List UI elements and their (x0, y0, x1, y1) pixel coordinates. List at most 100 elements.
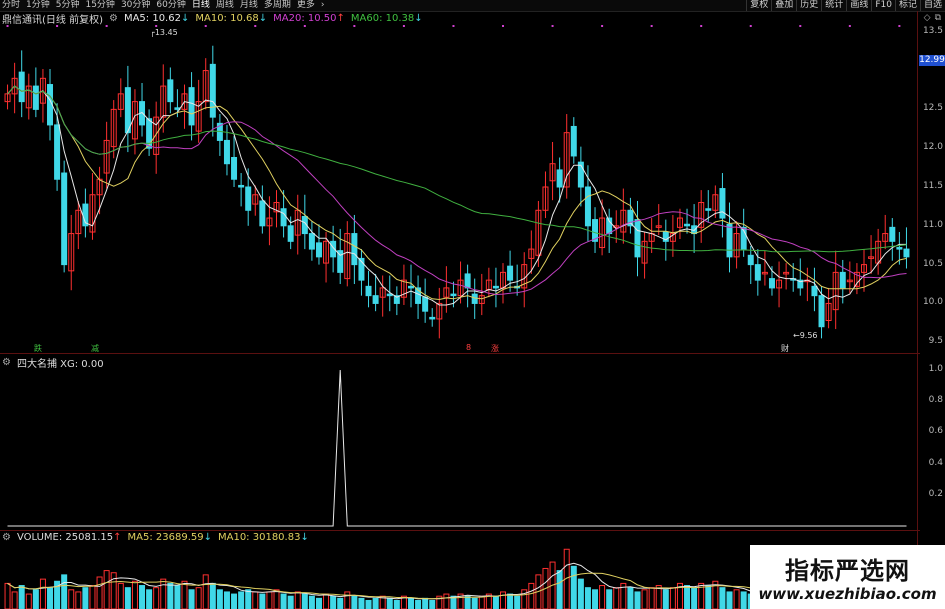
candle-body (464, 273, 471, 289)
candle-body (429, 316, 436, 320)
volume-bar (344, 591, 351, 609)
indicator-axis-label: 0.2 (928, 488, 943, 499)
volume-bar (365, 599, 372, 609)
signal-dot (848, 25, 851, 27)
volume-title: ⚙ VOLUME: 25081.15↑ MA5: 23689.59↓ MA10:… (2, 532, 309, 543)
watermark-url: www.xuezhibiao.com (758, 585, 937, 603)
signal-dot (254, 25, 257, 27)
volume-bar (337, 597, 344, 609)
candle-body (372, 295, 379, 304)
signal-dot (650, 25, 653, 27)
candle-body (705, 208, 712, 211)
indicator-axis-label: 1.0 (928, 364, 943, 374)
volume-bar (393, 599, 400, 609)
volume-bar (131, 580, 138, 609)
candle-body (365, 285, 372, 297)
candle-body (315, 242, 322, 258)
candle-body (61, 172, 68, 266)
price-axis-label: 11.0 (922, 219, 943, 230)
low-annotation: ←9.56 (793, 331, 818, 340)
volume-bar (641, 589, 648, 609)
candle-body (124, 87, 131, 134)
candle-body (422, 296, 429, 312)
volume-bar (301, 593, 308, 609)
volume-bar (117, 582, 124, 609)
volume-bar (358, 597, 365, 609)
volume-bar (245, 589, 252, 609)
volume-bar (478, 595, 485, 609)
volume-bar (577, 578, 584, 609)
event-mark-jian[interactable]: 减 (91, 343, 99, 354)
volume-bar (259, 593, 266, 609)
volume-bar (669, 587, 676, 609)
candle-body (634, 219, 641, 258)
volume-bar (96, 576, 103, 609)
volume-bar (705, 585, 712, 609)
volume-settings-icon[interactable]: ⚙ (2, 532, 11, 543)
volume-bar (691, 587, 698, 609)
signal-dot (601, 25, 604, 27)
signal-dot (105, 25, 108, 27)
volume-bar (167, 582, 174, 609)
indicator-axis-label: 0.4 (928, 457, 943, 468)
volume-bar (464, 595, 471, 609)
volume-bar (613, 587, 620, 609)
volume-bar (684, 585, 691, 609)
candle-body (507, 265, 514, 281)
volume-bar (280, 593, 287, 609)
candle-body (896, 247, 903, 250)
volume-bar (592, 589, 599, 609)
volume-bar (139, 585, 146, 609)
indicator-axis-label: 0.6 (928, 426, 943, 437)
candle-body (471, 293, 478, 304)
candle-body (245, 186, 252, 211)
volume-bar (606, 589, 613, 609)
stock-chart[interactable] (0, 0, 945, 609)
volume-bar (223, 591, 230, 609)
volume-bar (726, 591, 733, 609)
volume-bar (181, 580, 188, 609)
candle-body (684, 223, 691, 227)
price-axis-label: 13.5 (922, 25, 943, 36)
high-annotation: ┌13.45 (150, 28, 178, 37)
volume-bar (195, 587, 202, 609)
volume-bar (89, 585, 96, 609)
volume-bar (599, 585, 606, 609)
candle-body (556, 169, 563, 188)
event-mark-cai[interactable]: 财 (781, 343, 789, 354)
volume-bar (528, 582, 535, 609)
volume-bar (216, 589, 223, 609)
price-axis-label: 12.0 (922, 142, 943, 153)
volume-bar (443, 593, 450, 609)
volume-bar (103, 570, 110, 609)
volume-bar (492, 595, 499, 609)
candle-body (407, 285, 414, 289)
volume-bar (18, 585, 25, 609)
candle-body (223, 139, 230, 165)
price-axis-label: 12.5 (922, 103, 943, 114)
indicator-axis-label: 0.8 (928, 395, 943, 406)
watermark-title: 指标严选网 (785, 557, 910, 585)
indicator-line (7, 369, 907, 527)
volume-bar (47, 587, 54, 609)
volume-bar (287, 595, 294, 609)
candle-body (188, 87, 195, 126)
event-mark-s[interactable]: 8 (466, 343, 471, 352)
volume-bar (39, 578, 46, 609)
volume-bar (648, 587, 655, 609)
volume-bar (634, 591, 641, 609)
signal-dot (700, 25, 703, 27)
event-mark-zhang[interactable]: 涨 (491, 343, 499, 354)
volume-bar (209, 582, 216, 609)
event-mark-die[interactable]: 跌 (34, 343, 42, 354)
candle-body (18, 71, 25, 103)
price-axis-label: 11.5 (922, 181, 943, 191)
signal-dot (898, 25, 901, 27)
volume-bar (556, 570, 563, 609)
indicator-settings-icon[interactable]: ⚙ (2, 357, 11, 368)
volume-bar (514, 595, 521, 609)
signal-dot (303, 25, 306, 27)
candle-body (386, 293, 393, 297)
candle-body (726, 223, 733, 258)
volume-bar (330, 595, 337, 609)
